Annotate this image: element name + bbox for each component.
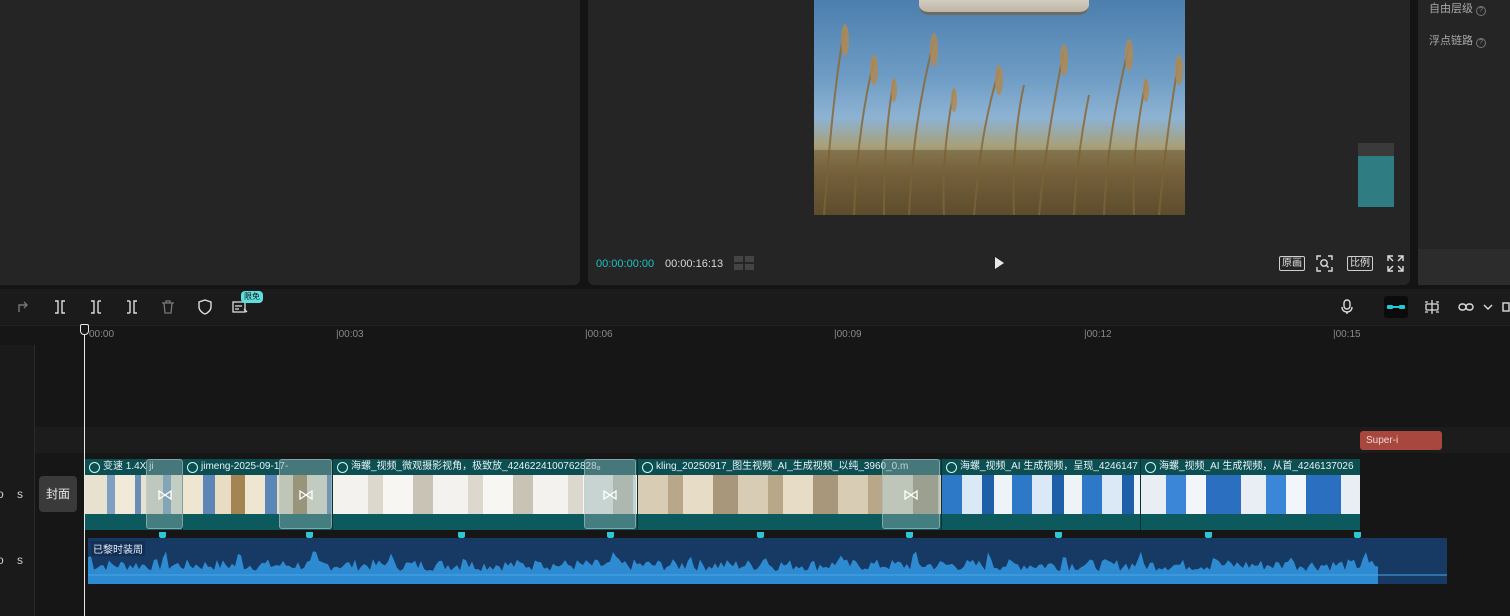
effect-clip[interactable]: Super-i	[1360, 431, 1442, 450]
clip-thumbnails	[1141, 475, 1360, 514]
properties-footer	[1418, 249, 1510, 285]
play-icon[interactable]	[992, 256, 1006, 270]
chevron-down-icon[interactable]	[1480, 299, 1496, 315]
effect-lane	[0, 427, 1510, 453]
track-headers	[0, 345, 35, 616]
volume-level-meter	[1358, 143, 1394, 207]
playhead[interactable]	[84, 330, 85, 616]
fit-screen-icon[interactable]	[1316, 255, 1333, 272]
trim-left-icon[interactable]	[88, 299, 104, 315]
properties-panel: 自由层级? 浮点链路?	[1418, 0, 1510, 285]
timeline-ruler[interactable]: 00:00 |00:03 |00:06 |00:09 |00:12 |00:15	[0, 325, 1510, 345]
split-icon[interactable]	[52, 299, 68, 315]
free-layer-item[interactable]: 自由层级?	[1429, 0, 1486, 16]
clip-footer	[942, 514, 1140, 530]
transition[interactable]	[279, 459, 332, 529]
transition-icon	[904, 490, 918, 500]
cover-button[interactable]: 封面	[39, 476, 77, 512]
more-icon[interactable]	[1502, 299, 1510, 315]
media-panel	[0, 0, 580, 285]
free-badge: 限免	[241, 291, 263, 303]
redo-icon[interactable]	[15, 299, 31, 315]
main-track-magnet-icon	[1387, 305, 1405, 309]
volume-level-fill	[1358, 155, 1394, 207]
audio-clip[interactable]: 已黎时装周	[88, 538, 1447, 584]
audio-waveform	[88, 551, 1447, 584]
timeline-toolbar	[0, 289, 1510, 325]
float-link-label: 浮点链路	[1429, 35, 1473, 47]
video-clip[interactable]: 海螺_视频_AI 生成视频，呈现_4246147	[942, 459, 1141, 530]
ruler-tick: |00:06	[585, 329, 613, 340]
transition[interactable]	[882, 459, 940, 529]
clip-title: 海螺_视频_AI 生成视频，从首_4246137026	[1141, 459, 1360, 475]
transition-icon	[157, 490, 172, 500]
fullscreen-icon[interactable]	[1387, 255, 1404, 272]
free-layer-label: 自由层级	[1429, 3, 1473, 15]
float-link-item[interactable]: 浮点链路?	[1429, 32, 1486, 48]
clip-thumbnails	[942, 475, 1140, 514]
snap-icon[interactable]	[1424, 299, 1440, 315]
clip-footer	[1141, 514, 1360, 530]
microphone-icon[interactable]	[1339, 299, 1355, 315]
preview-grass	[814, 24, 1185, 215]
transition[interactable]	[584, 459, 636, 529]
magnet-toggle[interactable]	[1384, 296, 1408, 318]
ruler-tick: |00:12	[1084, 329, 1112, 340]
audio-track-solo[interactable]: s	[17, 553, 23, 567]
transition[interactable]	[146, 459, 183, 529]
ruler-tick: 00:00	[89, 329, 115, 340]
player-panel: 00:00:00:00 00:00:16:13 原画 比例	[588, 0, 1410, 285]
shield-icon[interactable]	[197, 299, 213, 315]
video-preview	[814, 0, 1185, 215]
transition-icon	[298, 490, 313, 500]
video-clip[interactable]: 海螺_视频_AI 生成视频，从首_4246137026	[1141, 459, 1360, 530]
audio-track-toggle[interactable]: o	[0, 553, 4, 567]
video-track-toggle[interactable]: o	[0, 487, 4, 501]
aspect-ratio-button[interactable]: 比例	[1347, 256, 1373, 271]
ruler-tick: |00:03	[336, 329, 364, 340]
help-icon[interactable]: ?	[1476, 6, 1486, 16]
clip-title: 海螺_视频_AI 生成视频，呈现_4246147	[942, 459, 1140, 475]
link-icon[interactable]	[1458, 299, 1474, 315]
delete-icon[interactable]	[160, 299, 176, 315]
ruler-tick: |00:09	[834, 329, 862, 340]
ruler-tick: |00:15	[1333, 329, 1361, 340]
timecode-grid-icon[interactable]	[734, 256, 754, 270]
video-track-solo[interactable]: s	[17, 487, 23, 501]
help-icon[interactable]: ?	[1476, 38, 1486, 48]
total-time: 00:00:16:13	[665, 258, 724, 270]
main-video-track: 变速 1.4X ji jimeng-2025-09-17- 海螺_视频_微观摄影…	[85, 459, 1360, 530]
transition-icon	[603, 490, 617, 500]
original-quality-button[interactable]: 原画	[1279, 256, 1305, 271]
trim-right-icon[interactable]	[124, 299, 140, 315]
playhead-handle[interactable]	[80, 324, 89, 335]
current-time: 00:00:00:00	[596, 258, 655, 270]
